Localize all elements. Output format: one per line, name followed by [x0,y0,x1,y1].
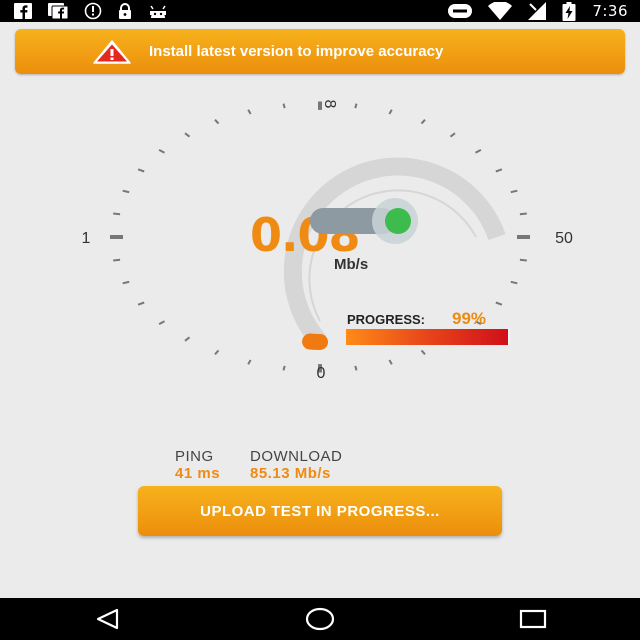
ping-value: 41 ms [175,465,221,482]
gauge-minor-tick [510,280,518,285]
progress-bar [346,329,510,345]
gauge-minor-tick [137,168,145,173]
gauge-label-min: 0 [317,365,326,382]
gauge-fill [302,333,328,350]
gauge-minor-tick [519,212,527,216]
gauge-minor-tick [388,109,393,115]
gauge-minor-tick [113,212,121,216]
download-label: DOWNLOAD [250,448,343,465]
gauge-minor-tick [214,349,220,355]
gauge-minor-tick [495,301,503,306]
home-icon [305,607,335,631]
recents-icon [520,609,547,629]
gauge-minor-tick [158,149,165,154]
gauge-minor-tick [184,336,191,342]
toggle-knob[interactable] [385,208,411,234]
download-value: 85.13 Mb/s [250,465,331,482]
gauge-minor-tick [420,349,426,355]
gauge-minor-tick [354,365,358,371]
back-button[interactable] [77,598,137,640]
download-stat: DOWNLOAD 85.13 Mb/s [250,448,342,482]
recents-button[interactable] [503,598,563,640]
gauge-minor-tick [113,258,121,262]
gauge-minor-tick [449,132,456,138]
gauge-label-left: 1 [82,230,91,247]
ping-stat: PING 41 ms [175,448,220,482]
gauge-minor-tick [475,149,482,154]
speed-gauge: 0 1 8 50 [82,100,573,382]
gauge-minor-tick [282,103,286,109]
speed-unit: Mb/s [334,256,369,273]
progress-value: 99% [452,309,487,328]
progress-bar-fill [346,329,509,345]
gauge-minor-tick [420,119,426,125]
home-button[interactable] [290,598,350,640]
ping-label: PING [175,448,214,465]
gauge-label-top: 8 [321,100,338,109]
gauge-minor-tick [354,103,358,109]
gauge-minor-tick [122,280,130,285]
progress-label: PROGRESS: [347,312,426,327]
back-icon [96,608,118,630]
gauge-minor-tick [388,359,393,365]
gauge-minor-tick [122,189,130,194]
gauge-minor-tick [158,320,165,325]
gauge-minor-tick [247,359,252,365]
gauge-minor-tick [519,258,527,262]
navigation-bar [0,598,640,640]
mode-toggle[interactable] [310,198,444,244]
gauge-minor-tick [282,365,286,371]
gauge-minor-tick [495,168,503,173]
gauge-minor-tick [510,189,518,194]
gauge-minor-tick [214,119,220,125]
gauge-label-right: 50 [555,230,573,247]
gauge-minor-tick [247,109,252,115]
gauge-minor-tick [184,132,191,138]
upload-test-button[interactable]: UPLOAD TEST IN PROGRESS... [138,486,502,536]
gauge-minor-tick [137,301,145,306]
